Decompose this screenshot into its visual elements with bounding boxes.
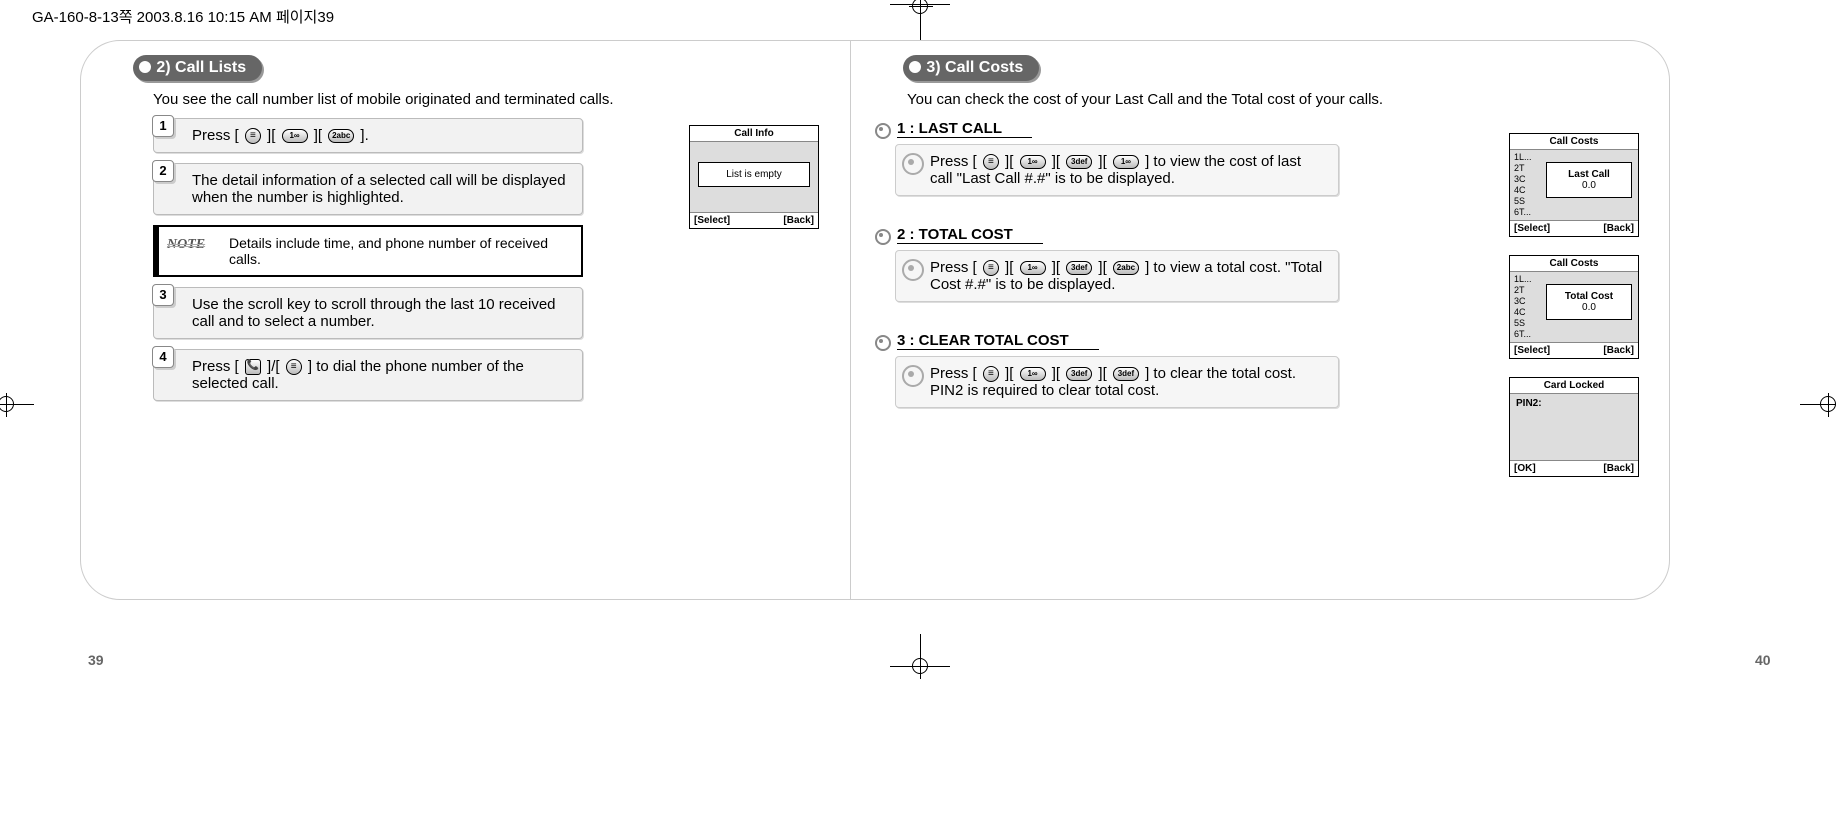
softkey-left: [OK] (1514, 463, 1536, 474)
section-title-call-lists: 2) Call Lists (133, 55, 262, 81)
key-2-icon (328, 129, 354, 143)
step-text: Use the scroll key to scroll through the… (192, 296, 556, 330)
call-key-icon (245, 359, 261, 375)
step-number: 1 (152, 115, 174, 137)
key-1-icon (282, 129, 308, 143)
phone-body: PIN2: (1510, 394, 1638, 460)
page-40: 3) Call Costs You can check the cost of … (850, 40, 1670, 600)
softkey-right: [Back] (783, 215, 814, 226)
key-1-icon (1020, 261, 1046, 275)
menu-key-icon (983, 260, 999, 276)
step-1: 1 Press [ ][ ][ ]. (153, 118, 583, 153)
section-intro: You can check the cost of your Last Call… (907, 91, 1547, 108)
phone-title: Card Locked (1510, 378, 1638, 394)
section-title-text: 2) Call Lists (156, 59, 246, 76)
menu-key-icon (983, 366, 999, 382)
step-4: 4 Press [ ]/[ ] to dial the phone number… (153, 349, 583, 401)
popup-value: 0.0 (1551, 180, 1627, 191)
print-header: GA-160-8-13쪽 2003.8.16 10:15 AM 페이지39 (32, 6, 334, 27)
phone-body: List is empty (690, 142, 818, 212)
step-3: 3 Use the scroll key to scroll through t… (153, 287, 583, 339)
step-text: The detail information of a selected cal… (192, 172, 566, 206)
step-number: 2 (152, 160, 174, 182)
section-intro: You see the call number list of mobile o… (153, 91, 793, 108)
section-title-call-costs: 3) Call Costs (903, 55, 1039, 81)
key-2-icon (1113, 261, 1139, 275)
key-3-icon (1113, 367, 1139, 381)
key-1-icon (1020, 155, 1046, 169)
note-box: NOTE Details include time, and phone num… (153, 225, 583, 277)
step-2: 2 The detail information of a selected c… (153, 163, 583, 215)
page-39: 2) Call Lists You see the call number li… (80, 40, 900, 600)
pin2-label: PIN2: (1516, 398, 1632, 409)
phone-title: Call Costs (1510, 256, 1638, 272)
phone-mock-card-locked: Card Locked PIN2: [OK] [Back] (1509, 377, 1639, 477)
subheading-clear-total-cost: 3 : CLEAR TOTAL COST (875, 332, 1669, 350)
key-3-icon (1066, 367, 1092, 381)
softkey-left: [Select] (694, 215, 730, 226)
note-label: NOTE (167, 237, 205, 253)
page-number-left: 39 (88, 652, 104, 668)
substep-total-cost: Press [ ][ ][ ][ ] to view a total cost.… (895, 250, 1339, 302)
menu-key-icon (286, 359, 302, 375)
step-number: 4 (152, 346, 174, 368)
softkey-right: [Back] (1603, 463, 1634, 474)
note-text: Details include time, and phone number o… (229, 235, 548, 267)
key-3-icon (1066, 261, 1092, 275)
section-title-text: 3) Call Costs (926, 59, 1023, 76)
menu-key-icon (245, 128, 261, 144)
phone-mock-call-info: Call Info List is empty [Select] [Back] (689, 125, 819, 229)
popup-value: 0.0 (1551, 302, 1627, 313)
key-3-icon (1066, 155, 1092, 169)
phone-message: List is empty (698, 162, 810, 187)
phone-popup: Last Call 0.0 (1546, 162, 1632, 198)
substep-last-call: Press [ ][ ][ ][ ] to view the cost of l… (895, 144, 1339, 196)
phone-title: Call Costs (1510, 134, 1638, 150)
popup-title: Total Cost (1551, 291, 1627, 302)
key-1-icon (1113, 155, 1139, 169)
popup-title: Last Call (1551, 169, 1627, 180)
phone-title: Call Info (690, 126, 818, 142)
subheading-total-cost: 2 : TOTAL COST (875, 226, 1669, 244)
phone-popup: Total Cost 0.0 (1546, 284, 1632, 320)
key-1-icon (1020, 367, 1046, 381)
phone-mock-last-call: Call Costs 1L... 2T 3C 4C 5S 6T... Last … (1509, 133, 1639, 237)
step-text: Press [ (192, 127, 243, 144)
step-number: 3 (152, 284, 174, 306)
page-number-right: 40 (1755, 652, 1771, 668)
substep-clear-total-cost: Press [ ][ ][ ][ ] to clear the total co… (895, 356, 1339, 408)
menu-key-icon (983, 154, 999, 170)
